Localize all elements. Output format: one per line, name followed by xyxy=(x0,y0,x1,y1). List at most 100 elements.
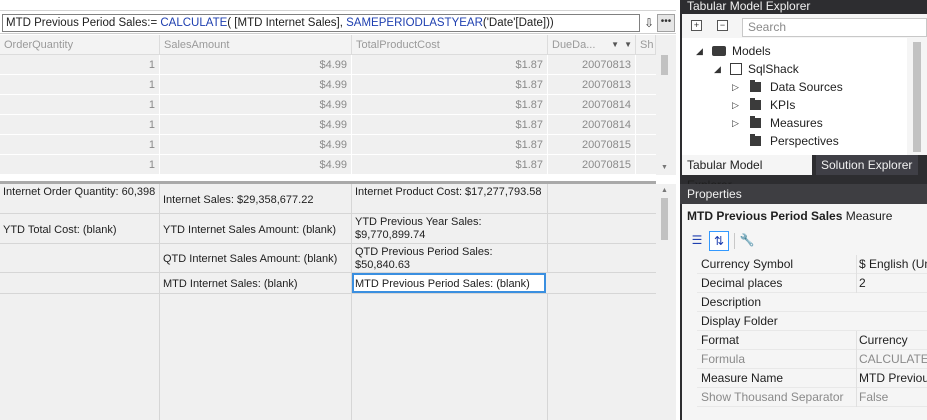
search-input[interactable]: Search xyxy=(742,18,927,37)
cell-duedate[interactable]: 20070813 xyxy=(548,55,636,75)
property-row[interactable]: Description xyxy=(697,293,927,312)
expanded-icon[interactable]: ◢ xyxy=(696,42,703,60)
property-value[interactable]: CALCULATE( xyxy=(856,350,927,369)
measure-grid: Internet Order Quantity: 60,398 Internet… xyxy=(0,184,676,420)
tab-solution-explorer[interactable]: Solution Explorer xyxy=(816,155,918,175)
cell-totalproductcost[interactable]: $1.87 xyxy=(352,95,548,115)
cell-salesamount[interactable]: $4.99 xyxy=(160,155,352,175)
cell-salesamount[interactable]: $4.99 xyxy=(160,55,352,75)
properties-object-selector[interactable]: MTD Previous Period Sales Measure xyxy=(687,209,892,223)
column-header-salesamount[interactable]: SalesAmount xyxy=(160,35,352,55)
measure-row xyxy=(0,294,656,420)
property-value[interactable]: 2 xyxy=(856,274,927,293)
cell-duedate[interactable]: 20070814 xyxy=(548,95,636,115)
cell-orderquantity[interactable]: 1 xyxy=(0,115,160,135)
cell-orderquantity[interactable]: 1 xyxy=(0,135,160,155)
property-value[interactable]: $ English (Uni xyxy=(856,255,927,274)
table-row[interactable]: 1 $4.99 $1.87 20070814 xyxy=(0,115,656,135)
property-row[interactable]: Formula CALCULATE( xyxy=(697,350,927,369)
cell-salesamount[interactable]: $4.99 xyxy=(160,75,352,95)
table-row[interactable]: 1 $4.99 $1.87 20070813 xyxy=(0,75,656,95)
cell-totalproductcost[interactable]: $1.87 xyxy=(352,115,548,135)
chevron-right-icon[interactable]: ▷ xyxy=(732,96,739,114)
measure-cell-empty[interactable] xyxy=(0,294,160,420)
measure-cell[interactable]: YTD Internet Sales Amount: (blank) xyxy=(160,214,352,244)
cell-duedate[interactable]: 20070813 xyxy=(548,75,636,95)
model-icon xyxy=(730,63,742,75)
cell-totalproductcost[interactable]: $1.87 xyxy=(352,75,548,95)
cell-duedate[interactable]: 20070815 xyxy=(548,135,636,155)
property-value[interactable]: Currency xyxy=(856,331,927,350)
scrollbar-thumb[interactable] xyxy=(913,42,921,152)
measure-cell-empty[interactable] xyxy=(160,294,352,420)
measure-cell-empty[interactable] xyxy=(352,294,548,420)
property-name: Currency Symbol xyxy=(701,257,794,271)
scrollbar-thumb[interactable] xyxy=(661,55,668,75)
expanded-icon[interactable]: ◢ xyxy=(714,60,721,78)
scroll-up-icon[interactable]: ▲ xyxy=(659,186,670,196)
cell-orderquantity[interactable]: 1 xyxy=(0,55,160,75)
cell-orderquantity[interactable]: 1 xyxy=(0,95,160,115)
expand-all-icon[interactable]: + xyxy=(691,20,702,31)
property-value[interactable]: MTD Previous xyxy=(856,369,927,388)
formula-argument: ( [MTD Internet Sales], xyxy=(227,17,347,29)
cell-salesamount[interactable]: $4.99 xyxy=(160,95,352,115)
measure-cell[interactable]: QTD Internet Sales Amount: (blank) xyxy=(160,244,352,273)
table-row[interactable]: 1 $4.99 $1.87 20070813 xyxy=(0,55,656,75)
grid-splitter[interactable] xyxy=(0,175,676,184)
measure-cell[interactable]: Internet Sales: $29,358,677.22 xyxy=(160,184,352,214)
property-row[interactable]: Show Thousand Separator False xyxy=(697,388,927,407)
cell-totalproductcost[interactable]: $1.87 xyxy=(352,155,548,175)
measure-cell-empty[interactable] xyxy=(0,273,160,294)
cell-totalproductcost[interactable]: $1.87 xyxy=(352,55,548,75)
scrollbar-thumb[interactable] xyxy=(661,198,668,240)
tree-label: Measures xyxy=(770,116,823,130)
property-value[interactable]: False xyxy=(856,388,927,407)
categorized-icon[interactable]: ☰ xyxy=(687,231,707,251)
column-header-sh[interactable]: Sh xyxy=(636,35,656,55)
column-header-label: DueDa... xyxy=(552,39,596,51)
chevron-right-icon[interactable]: ▷ xyxy=(732,114,739,132)
cell-totalproductcost[interactable]: $1.87 xyxy=(352,135,548,155)
selected-measure-cell[interactable]: MTD Previous Period Sales: (blank) xyxy=(352,273,546,293)
measure-cell[interactable]: Internet Product Cost: $17,277,793.58 xyxy=(352,184,548,214)
cell-salesamount[interactable]: $4.99 xyxy=(160,135,352,155)
property-row[interactable]: Measure Name MTD Previous xyxy=(697,369,927,388)
explorer-scrollbar[interactable] xyxy=(907,38,927,155)
property-row[interactable]: Display Folder xyxy=(697,312,927,331)
measure-cell[interactable]: Internet Order Quantity: 60,398 xyxy=(0,184,160,214)
column-header-duedate[interactable]: DueDa... ▼ ▼ xyxy=(548,35,636,55)
filter-icon[interactable]: ▼ xyxy=(611,35,619,55)
overflow-icon[interactable]: ••• xyxy=(657,14,675,32)
table-row[interactable]: 1 $4.99 $1.87 20070814 xyxy=(0,95,656,115)
measure-cell[interactable]: YTD Total Cost: (blank) xyxy=(0,214,160,244)
property-row[interactable]: Format Currency xyxy=(697,331,927,350)
cell-orderquantity[interactable]: 1 xyxy=(0,75,160,95)
chevron-right-icon[interactable]: ▷ xyxy=(732,78,739,96)
measure-cell[interactable]: MTD Internet Sales: (blank) xyxy=(160,273,352,294)
table-row[interactable]: 1 $4.99 $1.87 20070815 xyxy=(0,135,656,155)
scroll-down-icon[interactable]: ▼ xyxy=(659,163,670,173)
formula-input[interactable]: MTD Previous Period Sales:= CALCULATE( [… xyxy=(2,14,640,32)
cell-duedate[interactable]: 20070814 xyxy=(548,115,636,135)
cell-duedate[interactable]: 20070815 xyxy=(548,155,636,175)
cell-salesamount[interactable]: $4.99 xyxy=(160,115,352,135)
grid-scrollbar[interactable]: ▼ xyxy=(656,55,673,175)
measure-scrollbar[interactable]: ▲ xyxy=(656,184,673,420)
table-row[interactable]: 1 $4.99 $1.87 20070815 xyxy=(0,155,656,175)
column-header-orderquantity[interactable]: OrderQuantity xyxy=(0,35,160,55)
alphabetical-icon[interactable]: ⇅ xyxy=(709,231,729,251)
column-header-totalproductcost[interactable]: TotalProductCost xyxy=(352,35,548,55)
chevron-down-icon[interactable]: ▼ xyxy=(624,35,632,55)
expand-formula-icon[interactable]: ⇩ xyxy=(642,14,656,32)
measure-cell[interactable]: YTD Previous Year Sales: $9,770,899.74 xyxy=(352,214,548,244)
property-row[interactable]: Currency Symbol $ English (Uni xyxy=(697,255,927,274)
cell-orderquantity[interactable]: 1 xyxy=(0,155,160,175)
measure-cell-empty[interactable] xyxy=(0,244,160,273)
tab-tabular-model-explorer[interactable]: Tabular Model Explorer xyxy=(682,155,812,192)
wrench-icon[interactable]: 🔧 xyxy=(737,231,757,251)
collapse-all-icon[interactable]: − xyxy=(717,20,728,31)
property-row[interactable]: Decimal places 2 xyxy=(697,274,927,293)
tree-label: Data Sources xyxy=(770,80,843,94)
measure-cell[interactable]: QTD Previous Period Sales: $50,840.63 xyxy=(352,244,548,273)
